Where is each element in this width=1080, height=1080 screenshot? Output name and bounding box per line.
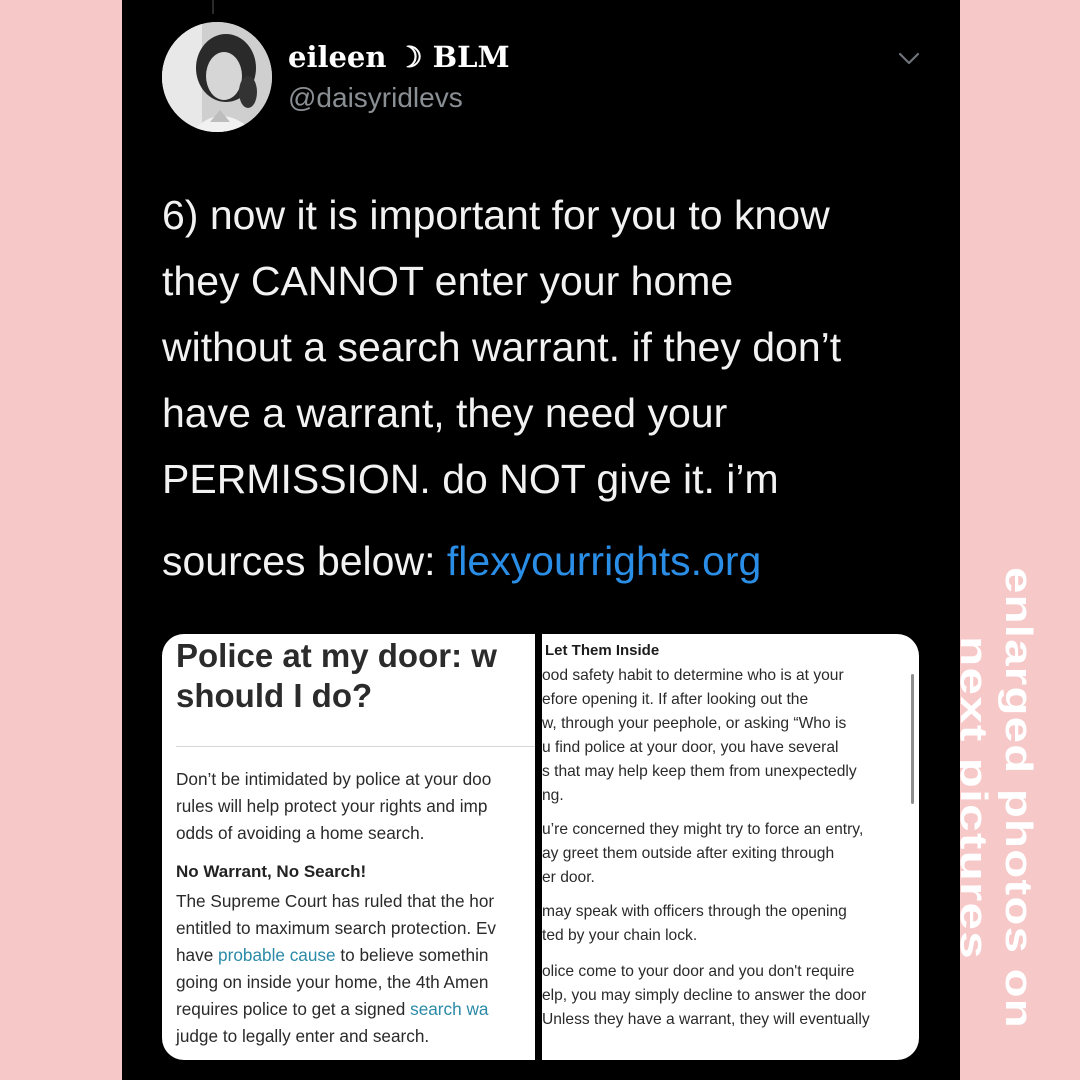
- paragraph-line: ng.: [542, 787, 564, 804]
- paragraph-line: rules will help protect your rights and …: [176, 796, 488, 816]
- right-pink-margin: enlarged photos on next pictures: [960, 0, 1080, 1080]
- avatar-portrait-icon: [162, 22, 272, 132]
- paragraph-line: u’re concerned they might try to force a…: [542, 821, 864, 838]
- thread-line: [212, 0, 214, 14]
- sources-link[interactable]: flexyourrights.org: [447, 538, 761, 584]
- collage-divider: [535, 634, 542, 1060]
- paragraph-line: w, through your peephole, or asking “Who…: [542, 715, 847, 732]
- search-warrant-link[interactable]: search wa: [410, 999, 488, 1019]
- paragraph-line: may speak with officers through the open…: [542, 903, 847, 920]
- paragraph-line: ood safety habit to determine who is at …: [542, 667, 844, 684]
- right-block: may speak with officers through the open…: [542, 900, 919, 948]
- paragraph-line: efore opening it. If after looking out t…: [542, 691, 809, 708]
- divider-rule: [176, 746, 535, 747]
- right-block: ood safety habit to determine who is at …: [542, 664, 919, 808]
- paragraph-line: s that may help keep them from unexpecte…: [542, 763, 857, 780]
- intro-paragraph: Don’t be intimidated by police at your d…: [176, 766, 535, 847]
- display-name[interactable]: eileen ☽ BLM: [288, 40, 510, 74]
- scrollbar[interactable]: [911, 674, 914, 804]
- left-pink-margin: [0, 0, 122, 1080]
- tweet-container: eileen ☽ BLM @daisyridlevs 6) now it is …: [122, 0, 960, 1080]
- paragraph-line: odds of avoiding a home search.: [176, 823, 425, 843]
- probable-cause-link[interactable]: probable cause: [218, 945, 336, 965]
- paragraph-line: er door.: [542, 869, 595, 886]
- article-heading-line: Police at my door: w: [176, 637, 497, 674]
- section-subheading: No Warrant, No Search!: [176, 862, 367, 881]
- side-caption: enlarged photos on next pictures: [960, 567, 1039, 1029]
- tweet-body-line: 6) now it is important for you to know: [162, 192, 830, 238]
- right-heading: Let Them Inside: [545, 642, 660, 659]
- paragraph-line: Unless they have a warrant, they will ev…: [542, 1011, 870, 1028]
- paragraph-text: to believe somethin: [335, 945, 489, 965]
- paragraph-line: The Supreme Court has ruled that the hor: [176, 891, 495, 911]
- sources-prefix: sources below:: [162, 538, 447, 584]
- attached-image-card[interactable]: Police at my door: w should I do? Don’t …: [162, 634, 919, 1060]
- paragraph-line: judge to legally enter and search.: [176, 1026, 430, 1046]
- paragraph-line: Don’t be intimidated by police at your d…: [176, 769, 492, 789]
- attached-image-right[interactable]: Let Them Inside ood safety habit to dete…: [542, 634, 919, 1060]
- chevron-down-icon[interactable]: [894, 44, 924, 74]
- paragraph-text: have: [176, 945, 219, 965]
- tweet-body-line: PERMISSION. do NOT give it. i’m: [162, 456, 779, 502]
- paragraph-line: have probable cause to believe somethin: [176, 942, 535, 969]
- paragraph-text: requires police to get a signed: [176, 999, 411, 1019]
- right-block: u’re concerned they might try to force a…: [542, 818, 919, 890]
- paragraph-line: u find police at your door, you have sev…: [542, 739, 839, 756]
- paragraph-line: ay greet them outside after exiting thro…: [542, 845, 835, 862]
- warrant-paragraph: The Supreme Court has ruled that the hor…: [176, 888, 535, 1050]
- side-caption-line1: enlarged photos on: [997, 567, 1039, 1029]
- attached-image-left[interactable]: Police at my door: w should I do? Don’t …: [162, 634, 535, 1060]
- user-handle[interactable]: @daisyridlevs: [288, 82, 463, 114]
- side-caption-line2: next pictures: [960, 636, 994, 960]
- tweet-body-line: they CANNOT enter your home: [162, 258, 734, 304]
- paragraph-line: going on inside your home, the 4th Amen: [176, 972, 489, 992]
- paragraph-line: elp, you may simply decline to answer th…: [542, 987, 867, 1004]
- article-heading-line: should I do?: [176, 677, 373, 714]
- tweet-body-line: have a warrant, they need your: [162, 390, 728, 436]
- tweet-body: 6) now it is important for you to know t…: [162, 182, 932, 512]
- right-block: olice come to your door and you don't re…: [542, 960, 919, 1032]
- article-heading: Police at my door: w should I do?: [176, 636, 535, 716]
- paragraph-line: olice come to your door and you don't re…: [542, 963, 855, 980]
- paragraph-line: ted by your chain lock.: [542, 927, 698, 944]
- avatar[interactable]: [162, 22, 272, 132]
- paragraph-line: entitled to maximum search protection. E…: [176, 918, 497, 938]
- tweet-body-line: without a search warrant. if they don’t: [162, 324, 842, 370]
- sources-line: sources below: flexyourrights.org: [162, 528, 761, 594]
- paragraph-line: requires police to get a signed search w…: [176, 996, 535, 1023]
